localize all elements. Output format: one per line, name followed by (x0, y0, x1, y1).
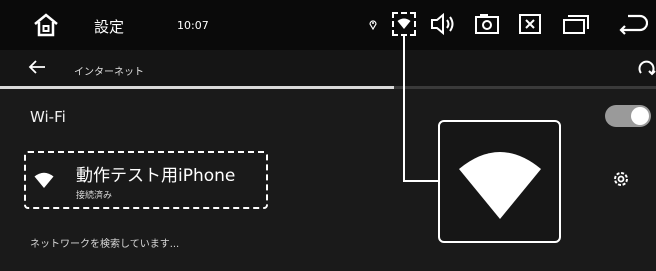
scanning-status: ネットワークを検索しています... (30, 239, 180, 250)
wifi-signal-icon (397, 18, 411, 29)
page-title: 設定 (94, 18, 125, 36)
recent-apps-icon[interactable] (562, 13, 590, 35)
clock: 10:07 (177, 19, 209, 32)
wifi-signal-icon (34, 172, 54, 188)
callout-line (403, 36, 405, 182)
home-icon[interactable] (32, 13, 60, 37)
nav-title: インターネット (74, 67, 144, 78)
arrow-left-icon[interactable] (28, 59, 46, 75)
callout-line (403, 180, 439, 182)
close-app-icon[interactable] (518, 13, 542, 35)
wifi-toggle-knob (631, 107, 649, 125)
loading-progress-fill (0, 86, 394, 89)
wifi-label: Wi-Fi (30, 108, 66, 126)
network-item[interactable]: 動作テスト用iPhone 接続済み (24, 151, 268, 209)
location-icon (369, 20, 377, 30)
status-bar: 設定 10:07 (0, 0, 656, 50)
refresh-icon[interactable] (638, 60, 656, 78)
back-icon[interactable] (618, 13, 648, 35)
nav-bar: インターネット (0, 50, 656, 88)
wifi-signal-icon (459, 152, 541, 219)
gear-icon[interactable] (611, 169, 631, 189)
loading-progress (0, 86, 656, 89)
volume-icon[interactable] (430, 12, 458, 36)
zoom-callout (438, 120, 561, 243)
network-name: 動作テスト用iPhone (76, 166, 236, 186)
network-status: 接続済み (76, 191, 113, 201)
wifi-toggle[interactable] (605, 105, 651, 127)
screenshot-icon[interactable] (474, 13, 500, 35)
